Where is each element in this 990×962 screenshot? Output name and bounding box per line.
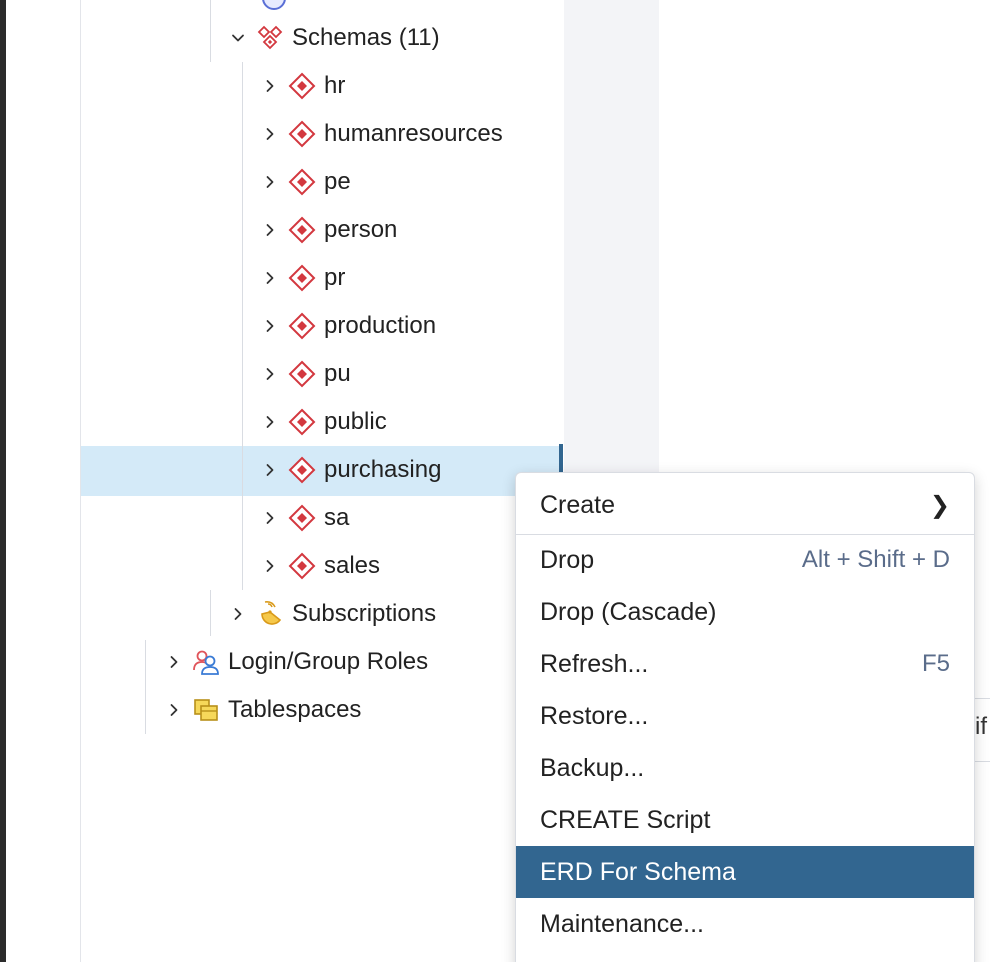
chevron-right-icon[interactable]: [254, 319, 286, 333]
tree-node-schema[interactable]: humanresources: [254, 110, 562, 158]
menu-item-create-script[interactable]: CREATE Script: [516, 794, 974, 846]
context-menu: Create ❯ Drop Alt + Shift + D Drop (Casc…: [515, 472, 975, 962]
tree-node-schema[interactable]: pu: [254, 350, 562, 398]
tree-node-schema[interactable]: sales: [254, 542, 514, 590]
tree-node-schema[interactable]: hr: [254, 62, 562, 110]
tree-node-schema-selected[interactable]: purchasing: [254, 446, 554, 494]
main-panel-edge: if: [975, 698, 990, 762]
tree-node-label: humanresources: [324, 120, 503, 147]
menu-item-label: Create: [540, 490, 616, 519]
menu-item-erd-for-schema[interactable]: ERD For Schema: [516, 846, 974, 898]
chevron-right-icon[interactable]: [158, 703, 190, 717]
menu-item-label: Maintenance...: [540, 909, 704, 938]
menu-item-label: Refresh...: [540, 649, 649, 678]
chevron-right-icon[interactable]: [254, 463, 286, 477]
window-edge: [0, 0, 6, 962]
tree-node-tablespaces[interactable]: Tablespaces: [158, 686, 514, 734]
tree-node-label: pr: [324, 264, 346, 291]
tree-node-label: sales: [324, 552, 381, 579]
tree-node-schema[interactable]: production: [254, 302, 562, 350]
chevron-right-icon[interactable]: [158, 655, 190, 669]
tree-node-label: pu: [324, 360, 351, 387]
schema-icon: [286, 502, 318, 534]
tree-node-label: hr: [324, 72, 346, 99]
chevron-right-icon[interactable]: [254, 415, 286, 429]
selection-indicator: [559, 444, 563, 472]
menu-item-drop[interactable]: Drop Alt + Shift + D: [516, 534, 974, 586]
tree-node-label: production: [324, 312, 437, 339]
chevron-right-icon[interactable]: [254, 175, 286, 189]
chevron-down-icon[interactable]: [222, 31, 254, 45]
schema-icon: [286, 310, 318, 342]
chevron-right-icon: ❯: [929, 491, 950, 519]
chevron-right-icon[interactable]: [254, 223, 286, 237]
tree-node-label: Subscriptions: [292, 600, 437, 627]
menu-item-label: ERD For Schema: [540, 857, 736, 886]
menu-item-shortcut: F5: [921, 650, 950, 677]
tree-node-schema[interactable]: pr: [254, 254, 562, 302]
tree-node-label: pe: [324, 168, 351, 195]
menu-item-label: CREATE Script: [540, 805, 711, 834]
schema-icon: [286, 358, 318, 390]
tree-node-login-group-roles[interactable]: Login/Group Roles: [158, 638, 514, 686]
menu-item-label: Backup...: [540, 753, 645, 782]
schema-icon: [286, 70, 318, 102]
menu-item-label: Restore...: [540, 701, 649, 730]
tree-node-subscriptions[interactable]: Subscriptions: [222, 590, 514, 638]
schema-icon: [286, 214, 318, 246]
menu-item-maintenance[interactable]: Maintenance...: [516, 898, 974, 950]
tree-node-schema[interactable]: person: [254, 206, 562, 254]
menu-item-create[interactable]: Create ❯: [516, 479, 974, 531]
tree-node-schemas[interactable]: Schemas (11): [222, 14, 562, 62]
chevron-right-icon[interactable]: [254, 127, 286, 141]
tree-node-label: person: [324, 216, 398, 243]
tree-node-label: Tablespaces: [228, 696, 362, 723]
schema-icon: [286, 166, 318, 198]
tree-node-label: sa: [324, 504, 350, 531]
tree-guide-line: [242, 446, 243, 496]
tree-guide-line: [210, 590, 211, 636]
tree-node-label: Schemas (11): [292, 24, 440, 51]
menu-item-refresh[interactable]: Refresh... F5: [516, 638, 974, 690]
tree-node-label: Login/Group Roles: [228, 648, 429, 675]
schema-icon: [286, 406, 318, 438]
menu-item-restore[interactable]: Restore...: [516, 690, 974, 742]
chevron-right-icon[interactable]: [254, 559, 286, 573]
menu-item-label: Drop: [540, 545, 595, 574]
chevron-right-icon[interactable]: [254, 271, 286, 285]
tree-node-schema[interactable]: pe: [254, 158, 562, 206]
schemas-icon: [254, 22, 286, 54]
roles-icon: [190, 646, 222, 678]
menu-item-drop-cascade[interactable]: Drop (Cascade): [516, 586, 974, 638]
schema-icon: [286, 262, 318, 294]
tree-node-label: public: [324, 408, 387, 435]
tablespaces-icon: [190, 694, 222, 726]
chevron-right-icon[interactable]: [254, 79, 286, 93]
tree-guide-line: [242, 62, 243, 590]
tree-node-label: purchasing: [324, 456, 442, 483]
tree-guide-line: [145, 640, 146, 734]
chevron-right-icon[interactable]: [222, 607, 254, 621]
tree-guide-line: [210, 0, 211, 62]
tree-node-schema[interactable]: public: [254, 398, 562, 446]
main-panel-cut-text: if: [975, 713, 987, 740]
schema-icon: [286, 454, 318, 486]
menu-item-shortcut: Alt + Shift + D: [801, 546, 950, 573]
menu-item-label: Drop (Cascade): [540, 597, 717, 626]
menu-item-backup[interactable]: Backup...: [516, 742, 974, 794]
chevron-right-icon[interactable]: [254, 511, 286, 525]
subscriptions-icon: [254, 598, 286, 630]
schema-icon: [286, 550, 318, 582]
tree-node-schema[interactable]: sa: [254, 494, 514, 542]
chevron-right-icon[interactable]: [254, 367, 286, 381]
schema-icon: [286, 118, 318, 150]
